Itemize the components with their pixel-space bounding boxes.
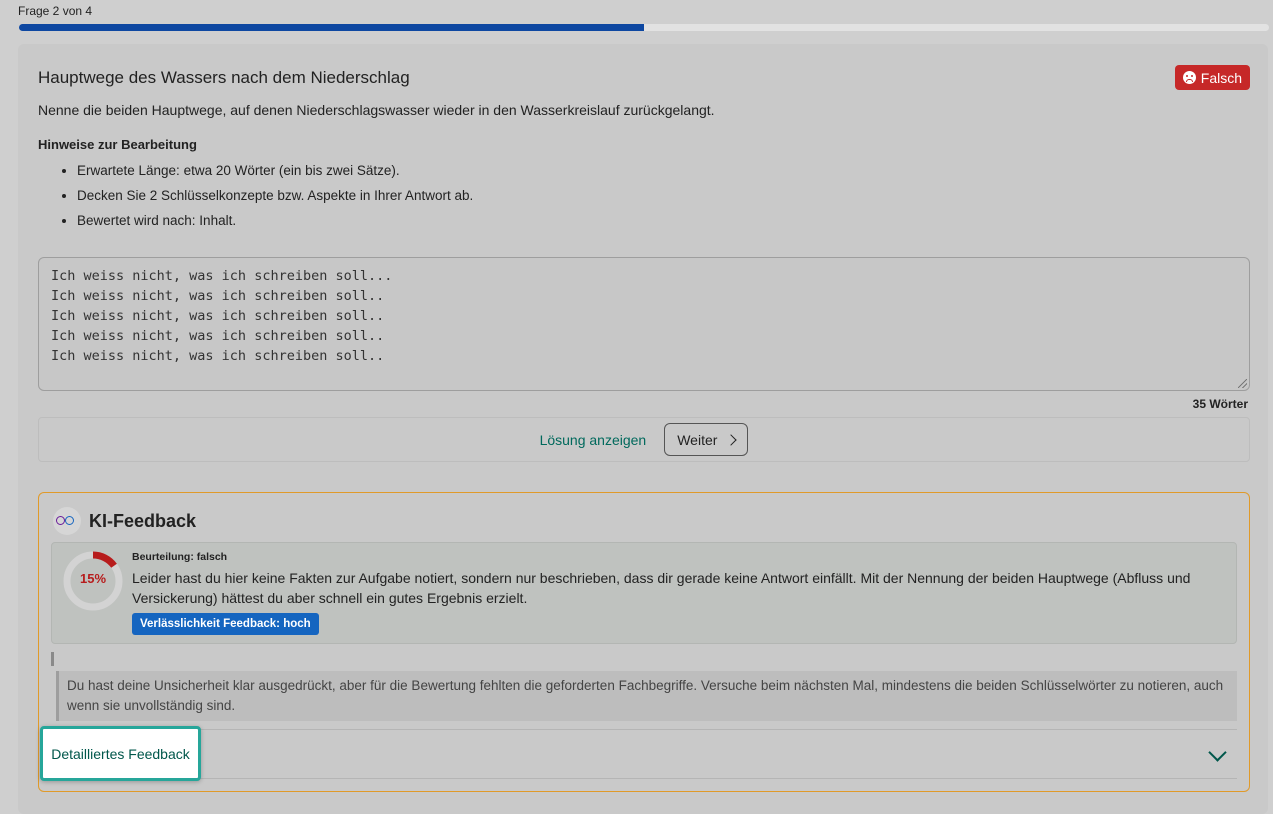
- assessment-text: Leider hast du hier keine Fakten zur Auf…: [132, 570, 1191, 606]
- hints-title: Hinweise zur Bearbeitung: [38, 137, 197, 152]
- assessment-box: 15% Beurteilung: falsch Leider hast du h…: [51, 542, 1237, 644]
- next-button-label: Weiter: [677, 431, 718, 448]
- divider: [51, 778, 1237, 779]
- feedback-quote: Du hast deine Unsicherheit klar ausgedrü…: [56, 671, 1237, 721]
- chevron-right-icon: [725, 433, 738, 446]
- next-button[interactable]: Weiter: [664, 423, 749, 456]
- show-solution-link[interactable]: Lösung anzeigen: [540, 432, 647, 448]
- assessment-label: Beurteilung: falsch: [132, 551, 228, 563]
- action-bar: Lösung anzeigen Weiter: [38, 417, 1250, 462]
- hint-item: Decken Sie 2 Schlüsselkonzepte bzw. Aspe…: [77, 187, 473, 212]
- ai-feedback-panel: KI-Feedback 15% Beurteilung: falsch Leid…: [38, 492, 1250, 792]
- divider: [51, 729, 1237, 730]
- status-badge: Falsch: [1174, 65, 1250, 90]
- reliability-badge: Verlässlichkeit Feedback: hoch: [132, 613, 319, 635]
- status-badge-label: Falsch: [1200, 69, 1242, 86]
- score-value: 15%: [79, 571, 107, 586]
- answer-textarea[interactable]: Ich weiss nicht, was ich schreiben soll.…: [38, 257, 1250, 391]
- chevron-down-icon[interactable]: [1208, 743, 1227, 762]
- progress-fill: [19, 24, 644, 31]
- detailed-feedback-button[interactable]: Detailliertes Feedback: [40, 726, 201, 781]
- ai-feedback-header: KI-Feedback: [53, 507, 196, 535]
- question-description: Nenne die beiden Hauptwege, auf denen Ni…: [38, 102, 715, 118]
- infinity-icon: [53, 507, 81, 535]
- question-title: Hauptwege des Wassers nach dem Niedersch…: [38, 68, 410, 87]
- ai-feedback-title: KI-Feedback: [89, 510, 197, 531]
- hints-list: Erwartete Länge: etwa 20 Wörter (ein bis…: [38, 162, 473, 237]
- hint-item: Bewertet wird nach: Inhalt.: [77, 212, 473, 237]
- score-gauge: 15%: [62, 550, 124, 612]
- progress-bar: [19, 24, 1269, 31]
- hint-item: Erwartete Länge: etwa 20 Wörter (ein bis…: [77, 162, 473, 187]
- question-counter: Frage 2 von 4: [18, 4, 93, 18]
- word-count: 35 Wörter: [1192, 397, 1248, 411]
- sad-face-icon: [1182, 71, 1196, 84]
- quote-marker: [51, 652, 54, 666]
- question-card: Hauptwege des Wassers nach dem Niedersch…: [18, 44, 1268, 814]
